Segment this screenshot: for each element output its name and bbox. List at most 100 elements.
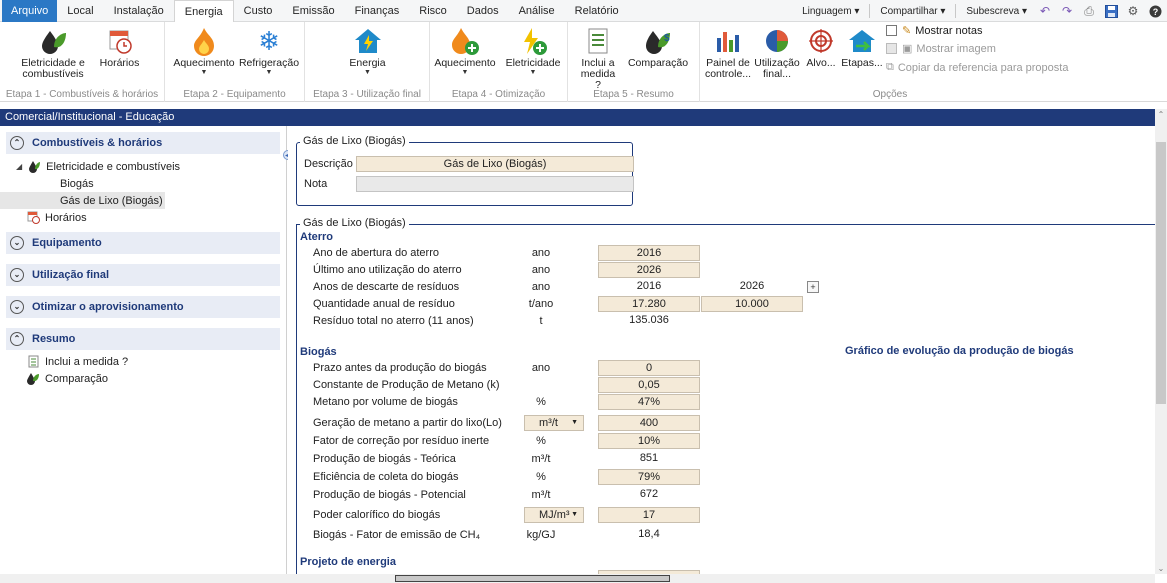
menu-separator: [955, 4, 957, 18]
scroll-up-arrow-icon[interactable]: ⌃: [1155, 110, 1167, 119]
section-optimize-label: Otimizar o aprovisionamento: [32, 301, 184, 313]
show-image-checkbox[interactable]: [886, 43, 897, 54]
collapse-triangle-icon[interactable]: ◢: [16, 162, 22, 171]
landfill-last-year-field[interactable]: 2026: [598, 262, 700, 278]
steps-button[interactable]: Etapas...: [841, 26, 883, 69]
total-waste-label: Resíduo total no aterro (11 anos): [313, 315, 474, 327]
tab-energia[interactable]: Energia: [173, 0, 234, 23]
target-button[interactable]: Alvo...: [804, 26, 838, 69]
settings-icon[interactable]: ⚙: [1125, 3, 1141, 19]
electricity-opt-label: Eletricidade: [505, 57, 561, 69]
vertical-scroll-thumb[interactable]: [1156, 142, 1166, 404]
emission-factor-value: 18,4: [638, 528, 660, 540]
collection-efficiency-field[interactable]: 79%: [598, 469, 700, 485]
subscribe-menu[interactable]: Subescreva ▾: [962, 6, 1031, 17]
vertical-scrollbar[interactable]: ⌃ ⌄: [1155, 109, 1167, 574]
note-field[interactable]: [356, 176, 634, 192]
left-panel: ⌃ Combustíveis & horários ◢ Eletricidade…: [0, 126, 287, 574]
scroll-down-arrow-icon[interactable]: ⌄: [1155, 564, 1167, 573]
show-notes-option[interactable]: ✎ Mostrar notas: [886, 24, 982, 37]
methane-generation-field[interactable]: 400: [598, 415, 700, 431]
description-box-legend: Gás de Lixo (Biogás): [300, 135, 409, 147]
heating-equipment-button[interactable]: Aquecimento ▼: [173, 26, 235, 77]
snowflake-icon: ❄: [258, 25, 280, 56]
section-summary-header[interactable]: ⌃ Resumo: [6, 328, 280, 350]
waste-disposal-years-label: Anos de descarte de resíduos: [313, 281, 460, 293]
section-enduse-header[interactable]: ⌄ Utilização final: [6, 264, 280, 286]
horizontal-scroll-thumb[interactable]: [395, 575, 670, 582]
tab-dados[interactable]: Dados: [457, 0, 509, 22]
landfill-opening-year-label: Ano de abertura do aterro: [313, 247, 439, 259]
flame-icon: [188, 26, 220, 56]
include-measure-button[interactable]: Inclui a medida ?: [578, 26, 618, 91]
tab-instalacao[interactable]: Instalação: [104, 0, 174, 22]
language-menu[interactable]: Linguagem ▾: [798, 6, 863, 17]
redo-icon[interactable]: ↷: [1059, 3, 1075, 19]
enduse-chart-button[interactable]: Utilização final...: [753, 26, 801, 80]
methane-constant-field[interactable]: 0,05: [598, 377, 700, 393]
chevron-down-icon: ⌄: [10, 268, 24, 282]
description-field[interactable]: Gás de Lixo (Biogás): [356, 156, 634, 172]
add-period-button[interactable]: +: [807, 281, 819, 293]
ribbon-group-options: Painel de controle... Utilização final..…: [700, 22, 1080, 102]
tab-analise[interactable]: Análise: [509, 0, 565, 22]
section-optimize-header[interactable]: ⌄ Otimizar o aprovisionamento: [6, 296, 280, 318]
help-icon[interactable]: ?: [1147, 3, 1163, 19]
annual-waste-field[interactable]: 17.280: [598, 296, 700, 312]
copy-reference-option[interactable]: ⧉ Copiar da referencia para proposta: [886, 61, 1068, 74]
tree-item-landfill-gas[interactable]: Gás de Lixo (Biogás): [0, 192, 165, 209]
steps-house-icon: [846, 26, 878, 56]
comparison-button[interactable]: $ Comparação: [622, 26, 694, 69]
inert-correction-field[interactable]: 10%: [598, 433, 700, 449]
tab-local[interactable]: Local: [57, 0, 103, 22]
horizontal-scrollbar[interactable]: [0, 574, 1155, 583]
dashboard-button[interactable]: Painel de controle...: [703, 26, 753, 80]
tab-arquivo[interactable]: Arquivo: [2, 0, 58, 22]
unit-label: %: [536, 471, 546, 483]
print-icon[interactable]: ⎙: [1081, 3, 1097, 19]
tab-emissao[interactable]: Emissão: [282, 0, 344, 22]
tab-financas[interactable]: Finanças: [345, 0, 410, 22]
lag-time-field[interactable]: 0: [598, 360, 700, 376]
tab-risco[interactable]: Risco: [409, 0, 457, 22]
tab-relatorio[interactable]: Relatório: [565, 0, 629, 22]
calorific-value-unit-select[interactable]: MJ/m³ ▼: [524, 507, 584, 523]
note-label: Nota: [304, 178, 328, 190]
target-icon: [805, 26, 837, 56]
save-icon[interactable]: [1103, 3, 1119, 19]
methane-volume-field[interactable]: 47%: [598, 394, 700, 410]
tree-item-schedules[interactable]: Horários: [0, 209, 286, 226]
include-measure-label: Inclui a medida ?: [580, 57, 616, 91]
heating-optimization-button[interactable]: Aquecimento ▼: [430, 26, 500, 77]
unit-label: t: [539, 315, 543, 327]
unit-label: ano: [531, 281, 551, 293]
calorific-value-field[interactable]: 17: [598, 507, 700, 523]
annual-waste-field-2[interactable]: 10.000: [701, 296, 803, 312]
unit-label: m³/t: [531, 453, 551, 465]
cooling-equipment-button[interactable]: ❄ Refrigeração ▼: [237, 26, 301, 77]
energy-button[interactable]: Energia ▼: [340, 26, 395, 77]
electricity-fuels-button[interactable]: Eletricidade e combustíveis: [18, 26, 88, 80]
section-equipment-header[interactable]: ⌄ Equipamento: [6, 232, 280, 254]
undo-icon[interactable]: ↶: [1037, 3, 1053, 19]
copy-reference-label: Copiar da referencia para proposta: [897, 61, 1069, 74]
tree-item-include-measure[interactable]: Inclui a medida ?: [0, 353, 286, 370]
methane-generation-unit-select[interactable]: m³/t ▼: [524, 415, 584, 431]
show-image-option[interactable]: ▣ Mostrar imagem: [886, 42, 996, 55]
tree-item-electricity-fuels[interactable]: ◢ Eletricidade e combustíveis: [0, 158, 286, 175]
show-notes-checkbox[interactable]: [886, 25, 897, 36]
section-fuels-header[interactable]: ⌃ Combustíveis & horários: [6, 132, 280, 154]
electricity-optimization-button[interactable]: Eletricidade ▼: [502, 26, 564, 77]
tree-item-biogas[interactable]: Biogás: [0, 175, 286, 192]
tree-item-comparison[interactable]: Comparação: [0, 370, 286, 387]
share-menu[interactable]: Compartilhar ▾: [876, 6, 949, 17]
fuel-drop-leaf-icon: [37, 26, 69, 56]
unit-label: %: [536, 435, 546, 447]
dropdown-caret-icon: ▼: [529, 69, 537, 76]
schedules-button[interactable]: Horários: [92, 26, 147, 69]
dropdown-caret-icon: ▼: [200, 69, 208, 76]
tab-custo[interactable]: Custo: [234, 0, 283, 22]
dropdown-caret-icon: ▼: [265, 69, 273, 76]
image-icon: ▣: [902, 43, 913, 55]
landfill-opening-year-field[interactable]: 2016: [598, 245, 700, 261]
